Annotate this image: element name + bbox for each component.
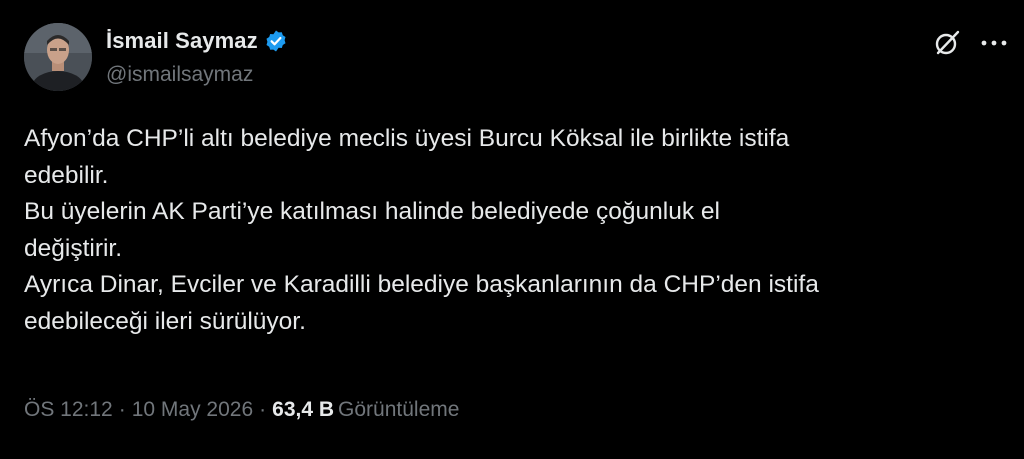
meta-separator: · xyxy=(259,398,267,421)
grok-slash-circle-icon[interactable] xyxy=(932,28,962,58)
tweet-meta: ÖS 12:12 · 10 May 2026 · 63,4 B Görüntül… xyxy=(24,398,459,422)
tweet-text-line: edebileceği ileri sürülüyor. xyxy=(24,307,306,335)
views-label: Görüntüleme xyxy=(338,398,460,421)
tweet-text: Afyon’da CHP’li altı belediye meclis üye… xyxy=(24,121,1009,340)
tweet-text-line: Afyon’da CHP’li altı belediye meclis üye… xyxy=(24,125,790,152)
tweet-card: İsmail Saymaz @ismailsaymaz Afyon’da CHP… xyxy=(0,0,1024,459)
tweet-text-line: edebilir. xyxy=(24,161,109,189)
avatar[interactable] xyxy=(24,23,92,91)
tweet-date[interactable]: 10 May 2026 xyxy=(132,398,253,422)
tweet-time[interactable]: ÖS 12:12 xyxy=(24,398,113,422)
author-name-row: İsmail Saymaz xyxy=(106,26,288,56)
meta-separator: · xyxy=(118,398,126,421)
more-horizontal-icon[interactable] xyxy=(978,30,1010,56)
verified-badge-icon[interactable] xyxy=(264,29,288,53)
tweet-text-line: değiştirir. xyxy=(24,234,123,262)
tweet-text-line: Bu üyelerin AK Parti’ye katılması halind… xyxy=(24,198,720,225)
views-count[interactable]: 63,4 B xyxy=(272,398,334,422)
tweet-text-line: Ayrıca Dinar, Evciler ve Karadilli beled… xyxy=(24,271,819,298)
avatar-image xyxy=(24,23,92,91)
author-display-name[interactable]: İsmail Saymaz xyxy=(106,28,258,54)
author-handle[interactable]: @ismailsaymaz xyxy=(106,63,253,87)
